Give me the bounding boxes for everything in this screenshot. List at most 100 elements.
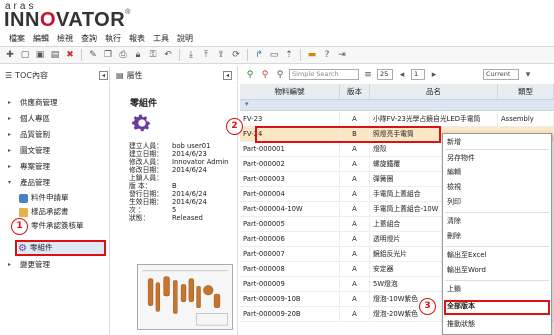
menu-reports[interactable]: 報表 xyxy=(125,32,149,45)
form-icon xyxy=(19,193,28,203)
chevron-right-icon: ▸ xyxy=(8,131,12,138)
print-icon[interactable]: ⎙ xyxy=(117,49,129,61)
ctx-edit[interactable]: 編輯 xyxy=(447,166,461,178)
page-icon[interactable]: ▭ xyxy=(268,49,280,61)
edit-icon[interactable]: ✎ xyxy=(87,49,99,61)
toolbar-divider xyxy=(179,49,180,61)
chevron-right-icon: ▸ xyxy=(8,99,12,106)
page-size-input[interactable]: 25 xyxy=(377,69,393,80)
ctx-new[interactable]: 新增 xyxy=(447,136,461,148)
toc-item-personal[interactable]: ▸ 個人專區 xyxy=(8,112,50,125)
lock-icon[interactable]: 🔒︎ xyxy=(132,49,144,61)
ctx-export-word[interactable]: 輸出至Word xyxy=(447,264,486,276)
refresh-icon[interactable]: ⟳ xyxy=(230,49,242,61)
callout-1: 1 xyxy=(11,218,28,235)
chevron-down-icon[interactable]: ▾ xyxy=(522,69,534,81)
drawer-icon[interactable]: ▬ xyxy=(306,49,318,61)
col-header-type[interactable]: 類型 xyxy=(498,84,554,99)
logout-icon[interactable]: ⇥ xyxy=(336,49,348,61)
chevron-right-icon: ▸ xyxy=(8,163,12,170)
menu-run[interactable]: 執行 xyxy=(101,32,125,45)
gear-icon xyxy=(132,114,151,132)
prev-page-icon[interactable]: ◂ xyxy=(396,69,408,81)
help-icon[interactable]: ? xyxy=(321,49,333,61)
toc-sub-sample-approval[interactable]: 樣品承認書 xyxy=(19,206,69,218)
prop-locked-by: 上鎖人員： xyxy=(129,174,163,182)
undo-icon[interactable]: ↶ xyxy=(162,49,174,61)
clear-search-icon[interactable]: ⚲ xyxy=(259,69,271,81)
toc-sub-part-approval[interactable]: 零件承認簽核單 xyxy=(19,220,84,232)
col-header-item-number[interactable]: 物料編號 xyxy=(240,84,340,99)
menu-edit[interactable]: 編輯 xyxy=(29,32,53,45)
ctx-lock[interactable]: 上鎖 xyxy=(447,283,461,295)
filter-arrow-icon: ▾ xyxy=(245,100,249,108)
copy-icon[interactable]: ❐ xyxy=(102,49,114,61)
unlock-icon[interactable]: ⚿ xyxy=(147,49,159,61)
prop-release-date: 發行日期： 2014/6/24 xyxy=(129,190,207,198)
properties-header: ▤ 屬性 ◂ xyxy=(111,66,238,85)
toolbar-divider xyxy=(81,49,82,61)
menu-help[interactable]: 說明 xyxy=(173,32,197,45)
upload-icon[interactable]: ⤒ xyxy=(200,49,212,61)
menu-list-icon: ☰ xyxy=(5,71,13,80)
menu-search[interactable]: 查詢 xyxy=(77,32,101,45)
menu-divider xyxy=(445,280,549,281)
ctx-view[interactable]: 檢視 xyxy=(447,181,461,193)
ctx-save-as[interactable]: 另存物件 xyxy=(447,152,475,164)
context-menu: 新增 另存物件 編輯 檢視 列印 清除 刪除 輸出至Excel 輸出至Word … xyxy=(442,133,552,335)
table-row[interactable]: FV-23 A 小隊FV-23光學占鏡自光LED手電筒 Assembly xyxy=(240,112,554,127)
toc-tree: ▸ 供應商管理 ▸ 個人專區 ▸ 品質管制 ▸ 圖文管理 ▸ 專案管理 ▾ 產品管理 料件申… xyxy=(0,86,110,335)
highlight-box-row xyxy=(255,126,441,143)
toc-item-vendor[interactable]: ▸ 供應商管理 xyxy=(8,96,58,109)
ctx-print[interactable]: 列印 xyxy=(447,196,461,208)
chevron-right-icon: ▸ xyxy=(8,147,12,154)
save-icon[interactable]: ▣ xyxy=(34,49,46,61)
share-icon[interactable]: ⇡ xyxy=(283,49,295,61)
page-number-input[interactable]: 1 xyxy=(411,69,425,80)
ctx-clear[interactable]: 清除 xyxy=(447,215,461,227)
menu-divider xyxy=(445,246,549,247)
grid-header-row: 物料編號 版本 品名 類型 xyxy=(240,84,554,100)
toc-title: TOC內容 xyxy=(15,71,48,80)
toc-item-documents[interactable]: ▸ 圖文管理 xyxy=(8,144,50,157)
toc-item-products[interactable]: ▾ 產品管理 xyxy=(8,176,50,189)
logo-big-text: INNOVATOR® xyxy=(4,9,131,31)
grid-filter-row[interactable]: ▾ xyxy=(240,100,554,111)
search-icon[interactable]: ⚲ xyxy=(244,69,256,81)
prop-effective-date: 生效日期： 2014/6/24 xyxy=(129,198,207,206)
properties-collapse-button[interactable]: ◂ xyxy=(223,71,232,80)
version-select[interactable]: Current xyxy=(483,69,519,80)
toc-sub-part-request[interactable]: 料件申請單 xyxy=(19,192,69,204)
toc-item-quality[interactable]: ▸ 品質管制 xyxy=(8,128,50,141)
toc-item-projects[interactable]: ▸ 專案管理 xyxy=(8,160,50,173)
saved-search-icon[interactable]: ⚲ xyxy=(274,69,286,81)
toc-item-change[interactable]: ▸ 變更管理 xyxy=(8,258,50,271)
ctx-delete[interactable]: 刪除 xyxy=(447,230,461,242)
menu-view[interactable]: 檢視 xyxy=(53,32,77,45)
ctx-promote[interactable]: 推動狀態 xyxy=(447,318,475,330)
download-icon[interactable]: ⤓ xyxy=(185,49,197,61)
prop-generation: 次 ： 5 xyxy=(129,206,177,214)
promote-icon[interactable]: ⇪ xyxy=(215,49,227,61)
highlight-box-parts xyxy=(15,240,106,256)
prop-state: 狀態： Released xyxy=(129,214,203,222)
new-doc-icon[interactable]: ▢ xyxy=(19,49,31,61)
search-mode-select[interactable]: Simple Search xyxy=(289,69,359,80)
next-page-icon[interactable]: ▸ xyxy=(428,69,440,81)
redirect-icon[interactable]: ↱ xyxy=(253,49,265,61)
col-header-revision[interactable]: 版本 xyxy=(340,84,370,99)
menu-file[interactable]: 檔案 xyxy=(5,32,29,45)
prop-created-by: 建立人員： bob user01 xyxy=(129,142,211,150)
toc-collapse-button[interactable]: ◂ xyxy=(99,71,108,80)
ctx-export-excel[interactable]: 輸出至Excel xyxy=(447,249,487,261)
new-icon[interactable]: ✚ xyxy=(4,49,16,61)
app-logo: aras INNOVATOR® xyxy=(0,0,554,32)
col-header-name[interactable]: 品名 xyxy=(370,84,498,99)
toolbar-divider xyxy=(300,49,301,61)
save-close-icon[interactable]: ▤ xyxy=(49,49,61,61)
item-type-title: 零組件 xyxy=(130,99,158,109)
delete-icon[interactable]: ✖ xyxy=(64,49,76,61)
menu-tools[interactable]: 工具 xyxy=(149,32,173,45)
prop-created-on: 建立日期： 2014/6/23 xyxy=(129,150,207,158)
page-size-icon: ≡ xyxy=(364,69,372,80)
